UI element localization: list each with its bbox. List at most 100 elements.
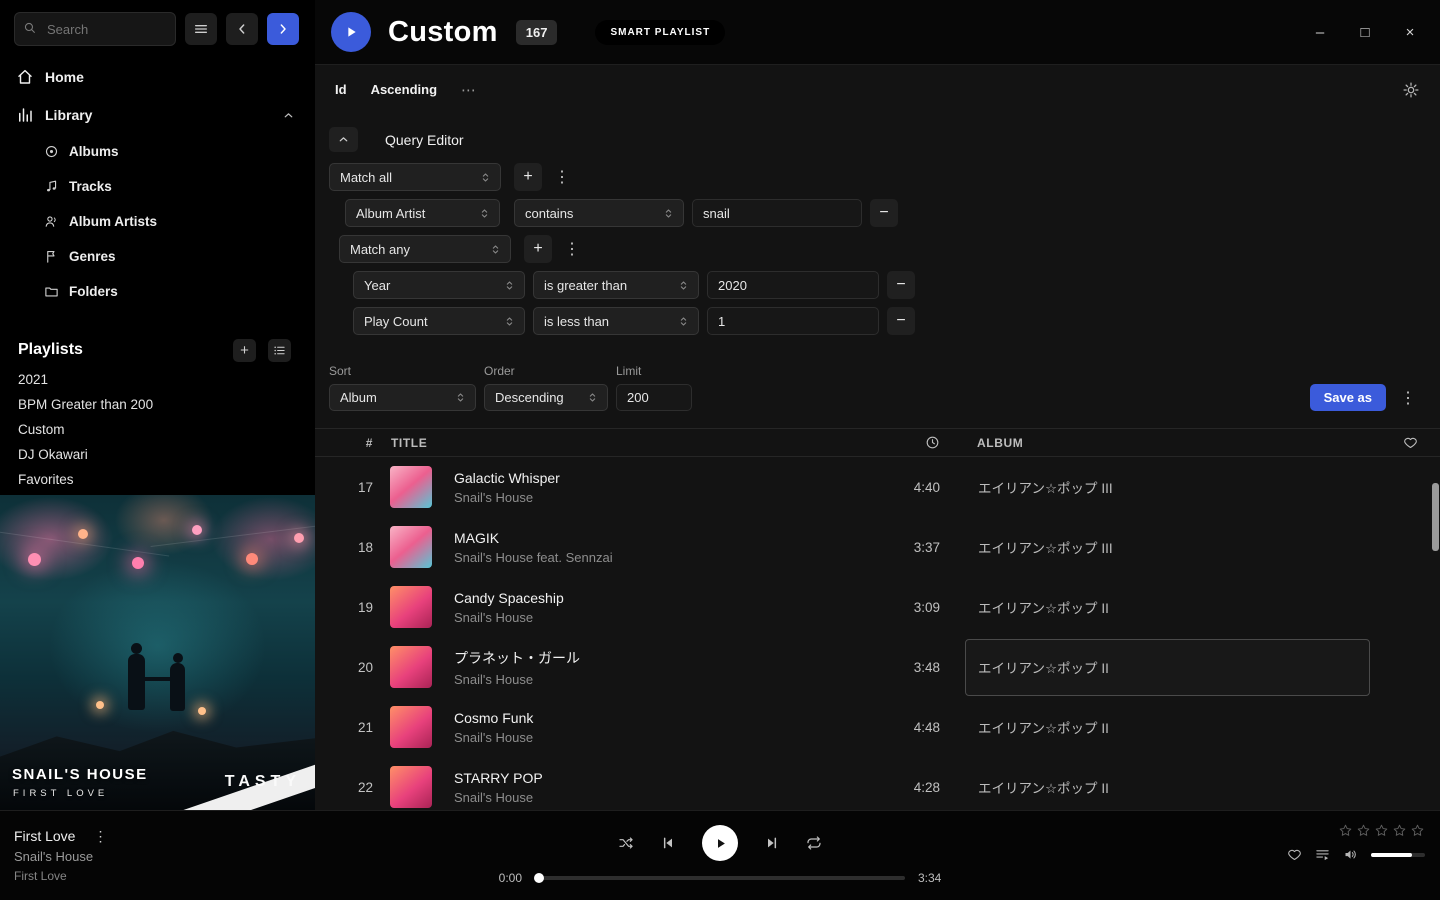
nav-forward-button[interactable]	[267, 13, 299, 45]
scrollbar-thumb[interactable]	[1432, 483, 1439, 551]
rule-operator-select[interactable]: contains	[514, 199, 684, 227]
track-title[interactable]: Candy Spaceship	[454, 590, 870, 606]
playlist-item[interactable]: Favorites	[0, 467, 315, 492]
table-row[interactable]: 17 Galactic Whisper Snail's House 4:40 エ…	[315, 457, 1440, 517]
playlist-item[interactable]: DJ Okawari	[0, 442, 315, 467]
track-title[interactable]: STARRY POP	[454, 770, 870, 786]
add-rule-button[interactable]: +	[514, 163, 542, 191]
table-row[interactable]: 22 STARRY POP Snail's House 4:28 エイリアン☆ポ…	[315, 757, 1440, 810]
rule-field-select[interactable]: Play Count	[353, 307, 525, 335]
root-rule-menu-button[interactable]: ⋮	[550, 167, 574, 187]
now-playing-menu-button[interactable]: ⋮	[89, 828, 111, 845]
rule-field-select[interactable]: Album Artist	[345, 199, 500, 227]
rule-field-select[interactable]: Year	[353, 271, 525, 299]
menu-button[interactable]	[185, 13, 217, 45]
add-group-rule-button[interactable]: +	[524, 235, 552, 263]
remove-rule-button[interactable]: −	[887, 307, 915, 335]
rule-value-input[interactable]	[707, 271, 879, 299]
track-artist[interactable]: Snail's House	[454, 790, 870, 805]
shuffle-button[interactable]	[618, 835, 634, 851]
next-track-button[interactable]	[764, 835, 780, 851]
now-playing-album[interactable]: First Love	[14, 869, 111, 884]
repeat-button[interactable]	[806, 835, 822, 851]
track-artist[interactable]: Snail's House feat. Sennzai	[454, 550, 870, 565]
album-column-header[interactable]: ALBUM	[965, 436, 1380, 450]
track-album-cell[interactable]: エイリアン☆ポップ II	[965, 699, 1370, 756]
sort-field-button[interactable]: Id	[335, 82, 347, 97]
duration-column-header[interactable]	[925, 435, 940, 450]
index-column-header[interactable]: #	[315, 436, 390, 450]
track-artist[interactable]: Snail's House	[454, 672, 870, 687]
sidebar-library-item[interactable]: Albums	[0, 134, 315, 169]
track-artist[interactable]: Snail's House	[454, 490, 870, 505]
remove-rule-button[interactable]: −	[887, 271, 915, 299]
sidebar-item-library[interactable]: Library	[0, 96, 315, 134]
track-album-cell[interactable]: エイリアン☆ポップ II	[965, 639, 1370, 696]
track-album-cell[interactable]: エイリアン☆ポップ III	[965, 519, 1370, 576]
track-title[interactable]: Cosmo Funk	[454, 710, 870, 726]
limit-input[interactable]	[616, 384, 692, 411]
track-thumbnail[interactable]	[390, 766, 432, 808]
group-match-type-select[interactable]: Match any	[339, 235, 511, 263]
nav-back-button[interactable]	[226, 13, 258, 45]
minimize-button[interactable]: –	[1312, 24, 1328, 41]
save-as-button[interactable]: Save as	[1310, 384, 1386, 411]
track-thumbnail[interactable]	[390, 466, 432, 508]
sidebar-library-item[interactable]: Folders	[0, 274, 315, 309]
mute-button[interactable]	[1343, 847, 1358, 862]
sort-select[interactable]: Album	[329, 384, 476, 411]
save-menu-button[interactable]: ⋮	[1396, 388, 1420, 408]
playlist-item[interactable]: BPM Greater than 200	[0, 392, 315, 417]
queue-button[interactable]	[1315, 847, 1330, 862]
table-row[interactable]: 18 MAGIK Snail's House feat. Sennzai 3:3…	[315, 517, 1440, 577]
rule-value-input[interactable]	[692, 199, 862, 227]
rule-operator-select[interactable]: is less than	[533, 307, 699, 335]
sidebar-library-item[interactable]: Genres	[0, 239, 315, 274]
search-input[interactable]	[14, 12, 176, 46]
rule-value-input[interactable]	[707, 307, 879, 335]
track-album-cell[interactable]: エイリアン☆ポップ III	[965, 459, 1370, 516]
track-title[interactable]: プラネット・ガール	[454, 648, 870, 668]
track-album-cell[interactable]: エイリアン☆ポップ II	[965, 759, 1370, 811]
track-title[interactable]: MAGIK	[454, 530, 870, 546]
table-row[interactable]: 21 Cosmo Funk Snail's House 4:48 エイリアン☆ポ…	[315, 697, 1440, 757]
playlist-play-button[interactable]	[331, 12, 371, 52]
star-icon[interactable]	[1374, 823, 1389, 838]
sidebar-item-home[interactable]: Home	[0, 58, 315, 96]
track-thumbnail[interactable]	[390, 526, 432, 568]
group-menu-button[interactable]: ⋮	[560, 239, 584, 259]
add-playlist-button[interactable]: +	[233, 339, 256, 362]
previous-track-button[interactable]	[660, 835, 676, 851]
title-column-header[interactable]: TITLE	[390, 436, 870, 450]
remove-rule-button[interactable]: −	[870, 199, 898, 227]
table-row[interactable]: 19 Candy Spaceship Snail's House 3:09 エイ…	[315, 577, 1440, 637]
maximize-button[interactable]: □	[1357, 24, 1373, 41]
star-icon[interactable]	[1392, 823, 1407, 838]
track-thumbnail[interactable]	[390, 706, 432, 748]
play-pause-button[interactable]	[702, 825, 738, 861]
sidebar-library-item[interactable]: Tracks	[0, 169, 315, 204]
table-row[interactable]: 20 プラネット・ガール Snail's House 3:48 エイリアン☆ポッ…	[315, 637, 1440, 697]
more-options-button[interactable]: ⋯	[461, 81, 478, 99]
track-artist[interactable]: Snail's House	[454, 610, 870, 625]
playlist-list-button[interactable]	[268, 339, 291, 362]
settings-gear-button[interactable]	[1402, 81, 1420, 99]
playlist-item[interactable]: Custom	[0, 417, 315, 442]
favorite-button[interactable]	[1287, 847, 1302, 862]
match-type-select[interactable]: Match all	[329, 163, 501, 191]
track-thumbnail[interactable]	[390, 586, 432, 628]
sort-direction-button[interactable]: Ascending	[371, 82, 437, 97]
star-icon[interactable]	[1410, 823, 1425, 838]
volume-slider[interactable]	[1371, 853, 1425, 857]
rule-operator-select[interactable]: is greater than	[533, 271, 699, 299]
track-thumbnail[interactable]	[390, 646, 432, 688]
now-playing-title[interactable]: First Love	[14, 828, 75, 844]
query-collapse-button[interactable]	[329, 127, 358, 152]
track-album-cell[interactable]: エイリアン☆ポップ II	[965, 579, 1370, 636]
favorite-column-header[interactable]	[1403, 435, 1418, 450]
seek-slider[interactable]	[535, 876, 905, 880]
track-artist[interactable]: Snail's House	[454, 730, 870, 745]
star-icon[interactable]	[1356, 823, 1371, 838]
now-playing-artist[interactable]: Snail's House	[14, 849, 111, 865]
order-select[interactable]: Descending	[484, 384, 608, 411]
